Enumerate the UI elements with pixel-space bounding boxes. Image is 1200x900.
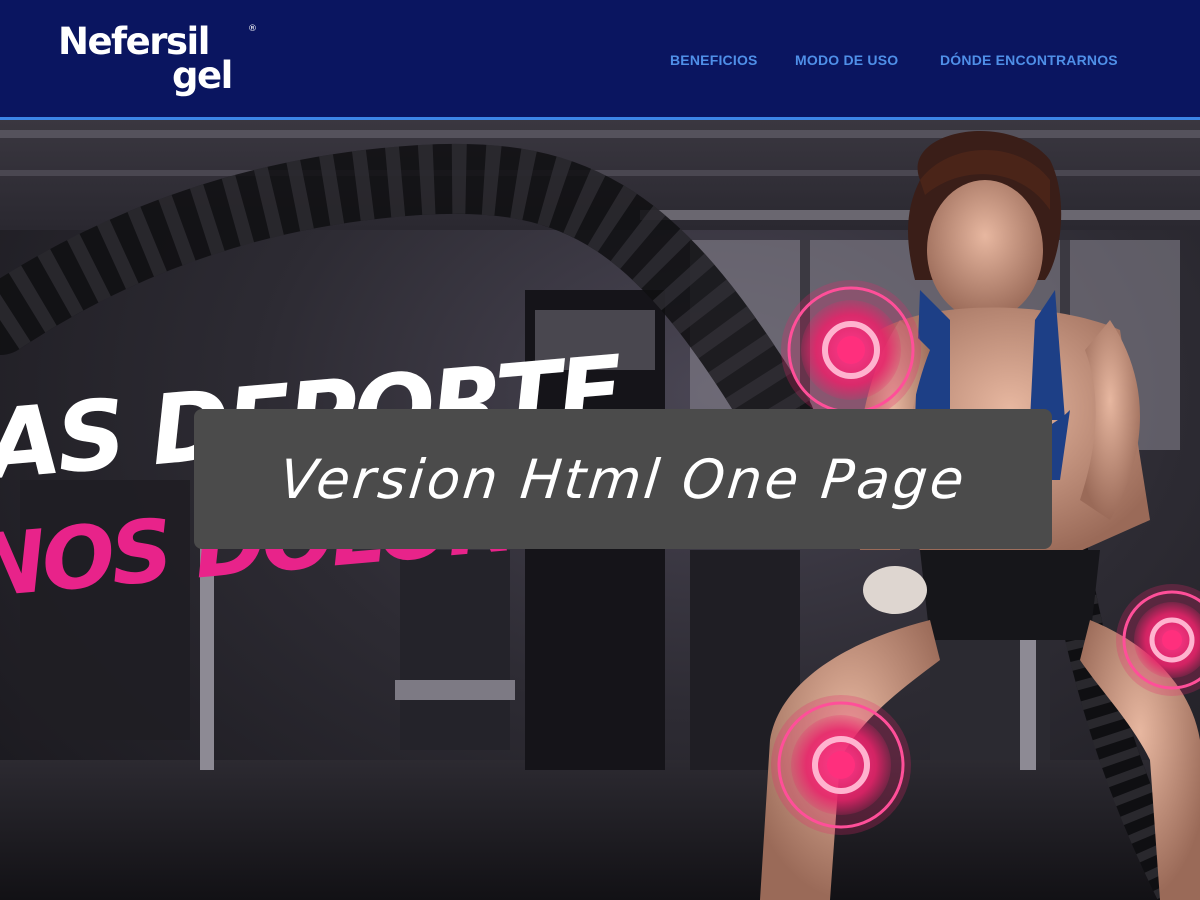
site-header: Nefersil ® gel BENEFICIOS MODO DE USO DÓ…	[0, 0, 1200, 120]
main-nav: BENEFICIOS MODO DE USO DÓNDE ENCONTRARNO…	[0, 52, 1200, 72]
nav-link-donde-encontrarnos[interactable]: DÓNDE ENCONTRARNOS	[940, 52, 1118, 68]
version-banner-text: Version Html One Page	[276, 447, 970, 511]
registered-trademark: ®	[248, 24, 257, 34]
nav-link-beneficios[interactable]: BENEFICIOS	[670, 52, 758, 68]
pain-target-knee-icon	[771, 695, 911, 835]
version-banner: Version Html One Page	[194, 409, 1052, 549]
pain-target-shoulder-icon	[781, 280, 921, 420]
nav-link-modo-de-uso[interactable]: MODO DE USO	[795, 52, 898, 68]
